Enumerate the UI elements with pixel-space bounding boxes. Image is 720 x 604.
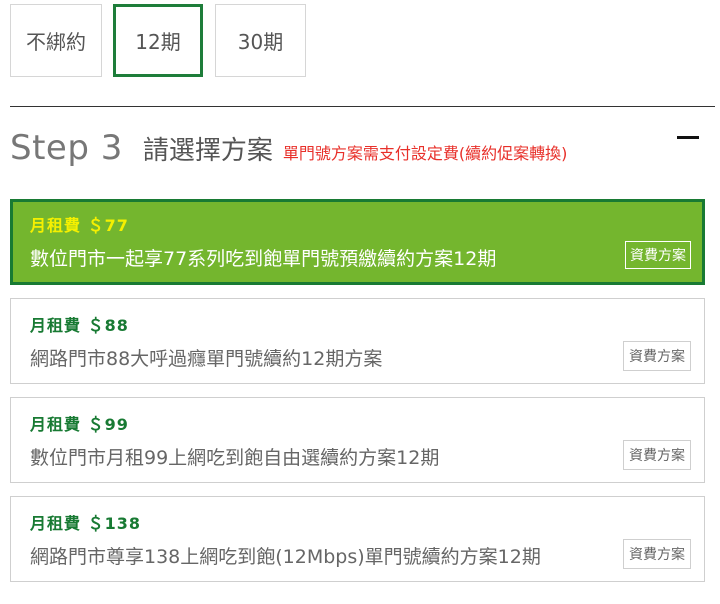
step-title: 請選擇方案 <box>142 136 273 166</box>
tab-12-periods[interactable]: 12期 <box>113 4 203 77</box>
plan-card[interactable]: 月租費 ＄99 數位門市月租99上網吃到飽自由選續約方案12期 資費方案 <box>10 397 705 483</box>
tariff-button[interactable]: 資費方案 <box>623 539 691 569</box>
plan-fee: 月租費 ＄138 <box>30 514 141 533</box>
plan-name: 網路門市88大呼過癮單門號續約12期方案 <box>30 348 383 370</box>
tab-no-contract[interactable]: 不綁約 <box>10 4 102 77</box>
step-label: Step 3 <box>10 128 123 168</box>
step-note: 單門號方案需支付設定費(續約促案轉換) <box>282 144 568 163</box>
plan-card[interactable]: 月租費 ＄88 網路門市88大呼過癮單門號續約12期方案 資費方案 <box>10 298 705 384</box>
contract-period-tabs: 不綁約 12期 30期 <box>10 4 310 78</box>
plan-fee: 月租費 ＄99 <box>30 415 129 434</box>
plan-card[interactable]: 月租費 ＄138 網路門市尊享138上網吃到飽(12Mbps)單門號續約方案12… <box>10 496 705 582</box>
plan-name: 網路門市尊享138上網吃到飽(12Mbps)單門號續約方案12期 <box>30 546 541 568</box>
plan-name: 數位門市一起享77系列吃到飽單門號預繳續約方案12期 <box>30 248 497 270</box>
plan-card[interactable]: 月租費 ＄77 數位門市一起享77系列吃到飽單門號預繳續約方案12期 資費方案 <box>10 199 705 285</box>
minus-icon[interactable] <box>677 136 699 139</box>
tariff-button[interactable]: 資費方案 <box>623 440 691 470</box>
tab-30-periods[interactable]: 30期 <box>215 4 306 77</box>
plan-name: 數位門市月租99上網吃到飽自由選續約方案12期 <box>30 447 440 469</box>
step-header: Step 3 請選擇方案 單門號方案需支付設定費(續約促案轉換) <box>10 128 715 168</box>
plan-fee: 月租費 ＄77 <box>30 216 129 235</box>
section-divider <box>10 106 715 107</box>
plan-fee: 月租費 ＄88 <box>30 316 129 335</box>
tariff-button[interactable]: 資費方案 <box>625 241 691 269</box>
tariff-button[interactable]: 資費方案 <box>623 341 691 371</box>
